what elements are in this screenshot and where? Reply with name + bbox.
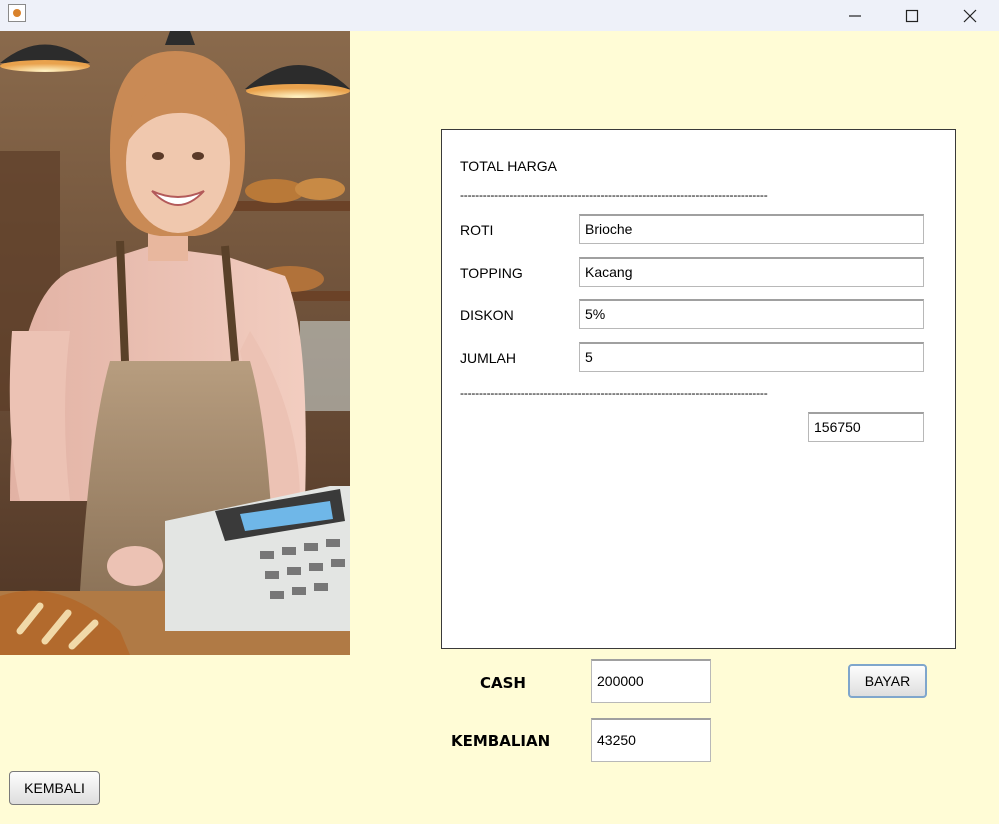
minimize-icon	[849, 14, 861, 17]
java-cup-icon	[8, 4, 26, 22]
bayar-button[interactable]: BAYAR	[848, 664, 927, 698]
minimize-button[interactable]	[826, 0, 884, 31]
cash-label: CASH	[480, 674, 526, 692]
divider-top: ----------------------------------------…	[460, 188, 768, 202]
total-field[interactable]: 156750	[808, 412, 924, 442]
cash-field[interactable]: 200000	[591, 659, 711, 703]
topping-label: TOPPING	[460, 265, 523, 281]
roti-field[interactable]: Brioche	[579, 214, 924, 244]
cashier-photo	[0, 31, 350, 655]
diskon-field[interactable]: 5%	[579, 299, 924, 329]
divider-bottom: ----------------------------------------…	[460, 386, 768, 400]
maximize-icon	[905, 9, 919, 22]
main-content: TOTAL HARGA ----------------------------…	[0, 31, 999, 824]
kembali-button[interactable]: KEMBALI	[9, 771, 100, 805]
kembalian-field[interactable]: 43250	[591, 718, 711, 762]
jumlah-label: JUMLAH	[460, 350, 517, 366]
close-icon	[963, 9, 977, 22]
receipt-panel: TOTAL HARGA ----------------------------…	[441, 129, 956, 649]
total-harga-title: TOTAL HARGA	[460, 158, 557, 174]
close-button[interactable]	[941, 0, 999, 31]
roti-label: ROTI	[460, 222, 494, 238]
maximize-button[interactable]	[883, 0, 941, 31]
topping-field[interactable]: Kacang	[579, 257, 924, 287]
diskon-label: DISKON	[460, 307, 514, 323]
jumlah-field[interactable]: 5	[579, 342, 924, 372]
kembalian-label: KEMBALIAN	[451, 732, 551, 750]
title-bar	[0, 0, 999, 31]
